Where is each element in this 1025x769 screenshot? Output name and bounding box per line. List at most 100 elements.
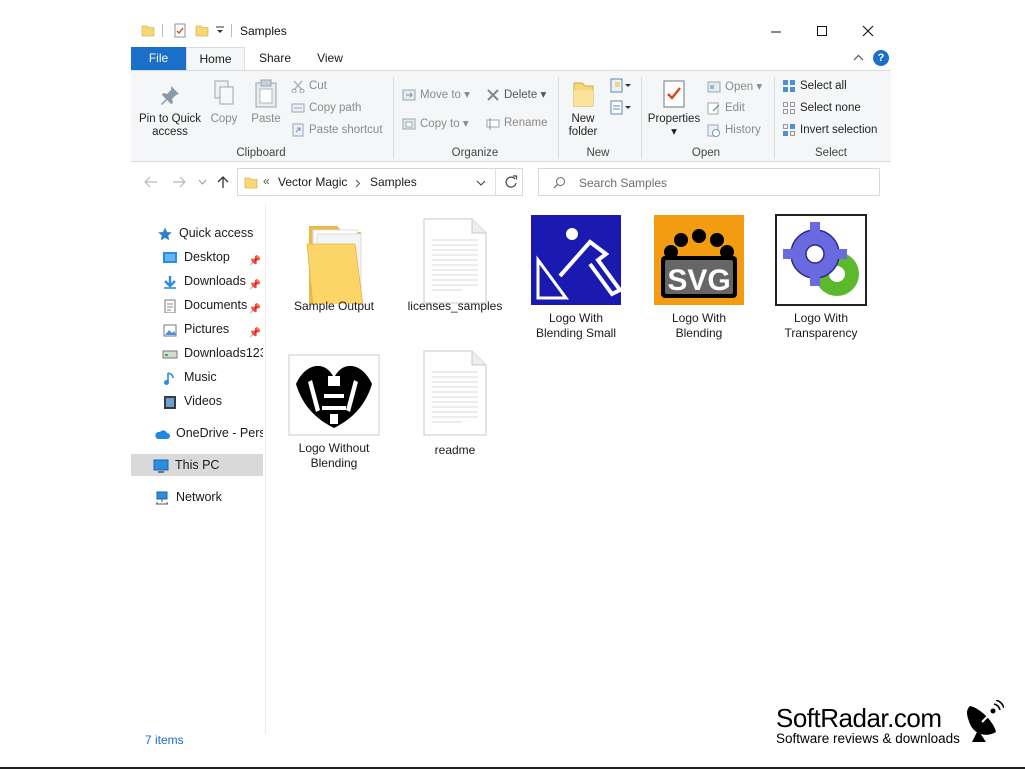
rename-icon [486, 118, 500, 130]
file-item-readme[interactable]: readme [400, 348, 510, 458]
nav-label: Downloads [184, 274, 246, 288]
move-to-button[interactable]: Move to ▾ [402, 87, 470, 102]
group-divider [774, 77, 775, 159]
nav-network[interactable]: Network [154, 486, 263, 508]
desktop-icon [163, 251, 177, 263]
nav-label: Downloads123 [184, 346, 263, 360]
address-dropdown-icon[interactable] [476, 180, 486, 187]
delete-button[interactable]: Delete ▾ [486, 87, 546, 102]
copy-path-label: Copy path [309, 102, 362, 115]
nav-this-pc[interactable]: This PC [131, 454, 263, 476]
file-name: Sample Output [293, 299, 375, 313]
file-name: readme [434, 443, 476, 457]
easy-access-icon[interactable] [609, 99, 633, 117]
maximize-icon [816, 25, 827, 36]
maximize-button[interactable] [799, 16, 845, 46]
file-item-licenses-samples[interactable]: licenses_samples [400, 214, 510, 314]
open-button[interactable]: Open ▾ [707, 79, 762, 94]
ribbon: Pin to Quick access Copy Paste Cut Copy … [131, 70, 891, 162]
delete-label: Delete [504, 89, 538, 101]
file-item-logo-with-blending-small[interactable]: Logo With Blending Small [521, 214, 631, 341]
back-arrow-icon[interactable] [144, 176, 158, 188]
file-item-sample-output[interactable]: Sample Output [279, 214, 389, 314]
pin-icon: 📌 [248, 256, 261, 267]
invert-selection-button[interactable]: Invert selection [782, 123, 877, 137]
drive-icon [162, 350, 178, 359]
properties-button[interactable]: Properties ▾ [646, 79, 702, 139]
status-item-count: 7 items [145, 733, 184, 747]
tab-share[interactable]: Share [253, 47, 297, 70]
softradar-watermark: SoftRadar.com Software reviews & downloa… [776, 703, 960, 746]
music-icon [164, 371, 174, 385]
nav-label: Music [184, 370, 217, 384]
up-arrow-icon[interactable] [217, 175, 229, 189]
cut-icon [291, 80, 305, 93]
copy-to-label: Copy to [420, 118, 460, 130]
breadcrumb-chevron-icon[interactable] [355, 179, 361, 188]
new-folder-quick-icon[interactable] [195, 23, 209, 37]
nav-quick-access[interactable]: Quick access [157, 222, 263, 244]
forward-arrow-icon[interactable] [172, 176, 186, 188]
rename-button[interactable]: Rename [486, 116, 547, 130]
close-button[interactable] [845, 16, 891, 46]
tab-file[interactable]: File [131, 47, 186, 70]
tab-view[interactable]: View [309, 47, 351, 70]
search-placeholder: Search Samples [579, 176, 668, 190]
cut-button[interactable]: Cut [291, 79, 327, 93]
folder-icon [244, 177, 258, 189]
properties-quick-icon[interactable] [173, 23, 187, 38]
paste-shortcut-label: Paste shortcut [309, 124, 383, 137]
nav-onedrive[interactable]: OneDrive - Perso [154, 422, 263, 444]
copy-path-button[interactable]: Copy path [291, 101, 361, 115]
tab-home[interactable]: Home [186, 47, 245, 71]
gear-logo-thumbnail-icon [775, 214, 867, 306]
paste-button[interactable]: Paste [248, 79, 284, 126]
file-item-logo-with-blending[interactable]: SVG Logo With Blending [644, 214, 754, 341]
minimize-button[interactable] [753, 16, 799, 46]
select-all-button[interactable]: Select all [782, 79, 847, 93]
nav-music[interactable]: Music [162, 366, 263, 388]
copy-to-button[interactable]: Copy to ▾ [402, 116, 469, 131]
refresh-icon[interactable] [504, 175, 518, 189]
file-item-logo-without-blending[interactable]: Logo Without Blending [279, 354, 389, 471]
satellite-dish-icon [967, 700, 1004, 742]
breadcrumb-vector-magic[interactable]: Vector Magic [278, 175, 347, 189]
nav-downloads123[interactable]: Downloads123 [162, 342, 263, 364]
search-box[interactable]: Search Samples [538, 168, 880, 196]
copy-button[interactable]: Copy [207, 79, 241, 126]
select-group-label: Select [815, 147, 847, 159]
help-icon[interactable]: ? [873, 50, 889, 66]
nav-label: Desktop [184, 250, 230, 264]
pane-splitter[interactable] [265, 204, 266, 734]
nav-desktop[interactable]: Desktop 📌 [162, 246, 263, 268]
file-name: licenses_samples [407, 299, 503, 313]
file-item-logo-with-transparency[interactable]: Logo With Transparency [766, 214, 876, 341]
computer-icon [153, 459, 169, 473]
new-item-icon[interactable] [609, 77, 633, 95]
file-name-line1: Logo With [548, 311, 604, 325]
breadcrumb-samples[interactable]: Samples [370, 175, 417, 189]
customize-quick-access-icon[interactable] [215, 26, 225, 36]
nav-videos[interactable]: Videos [162, 390, 263, 412]
select-none-icon [783, 102, 795, 114]
nav-documents[interactable]: Documents 📌 [162, 294, 263, 316]
collapse-ribbon-icon[interactable] [853, 54, 864, 62]
history-icon [707, 124, 720, 137]
breadcrumb-overflow[interactable]: « [263, 174, 270, 188]
edit-button[interactable]: Edit [707, 101, 745, 115]
pin-to-quick-access-button[interactable]: Pin to Quick access [138, 83, 202, 139]
nav-label: OneDrive - Perso [176, 426, 263, 440]
nav-pictures[interactable]: Pictures 📌 [162, 318, 263, 340]
nav-label: Videos [184, 394, 222, 408]
logo-thumbnail-icon [531, 215, 624, 305]
address-bar[interactable]: « Vector Magic Samples [237, 168, 523, 196]
pin-label-line2: access [152, 126, 188, 138]
recent-locations-icon[interactable] [198, 179, 207, 186]
paste-shortcut-icon [292, 123, 304, 137]
paste-shortcut-button[interactable]: Paste shortcut [291, 123, 383, 137]
star-icon [158, 227, 172, 241]
history-button[interactable]: History [707, 123, 761, 137]
new-folder-button[interactable]: New folder [565, 79, 601, 139]
nav-downloads[interactable]: Downloads 📌 [162, 270, 263, 292]
select-none-button[interactable]: Select none [782, 101, 861, 115]
